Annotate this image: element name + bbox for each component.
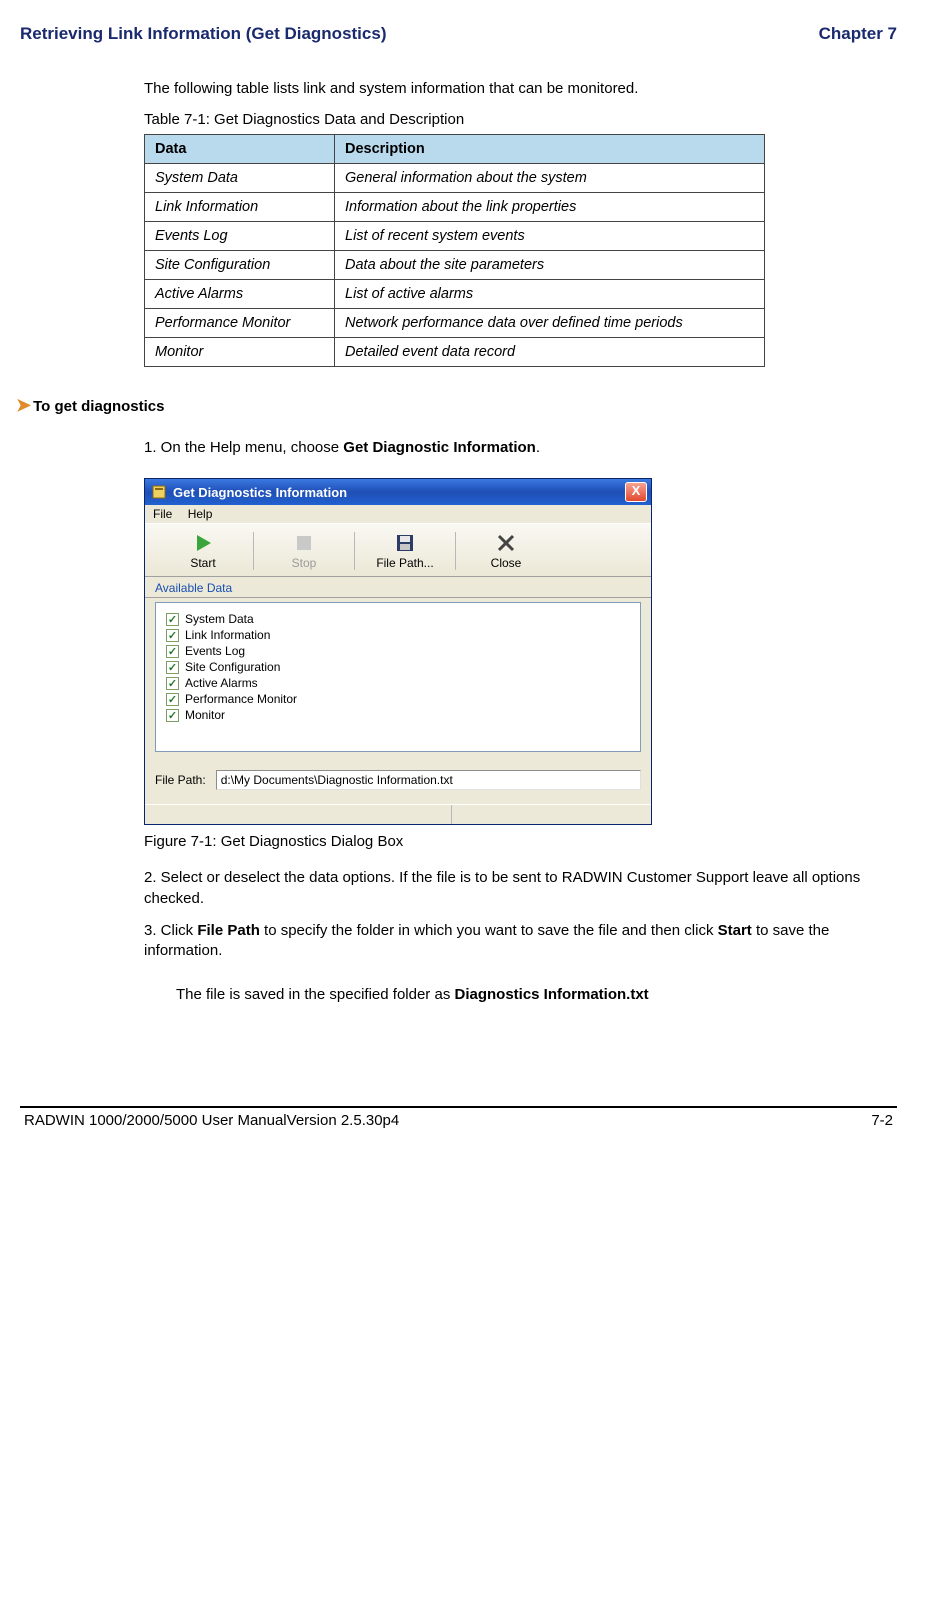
toolbar-sep (253, 532, 254, 570)
checkbox-icon[interactable]: ✓ (166, 645, 179, 658)
available-data-label: Available Data (145, 577, 651, 598)
footer-right: 7-2 (871, 1112, 893, 1129)
checkbox-icon[interactable]: ✓ (166, 709, 179, 722)
check-monitor[interactable]: ✓Monitor (166, 707, 630, 723)
table-row: Site ConfigurationData about the site pa… (145, 251, 765, 280)
statusbar (145, 804, 651, 824)
check-active-alarms[interactable]: ✓Active Alarms (166, 675, 630, 691)
check-system-data[interactable]: ✓System Data (166, 611, 630, 627)
check-events-log[interactable]: ✓Events Log (166, 643, 630, 659)
filepath-input[interactable] (216, 770, 641, 790)
table-row: Events LogList of recent system events (145, 222, 765, 251)
dialog-title: Get Diagnostics Information (173, 485, 347, 500)
figure-caption: Figure 7-1: Get Diagnostics Dialog Box (144, 833, 901, 850)
step-3: 3. Click File Path to specify the folder… (144, 921, 901, 962)
check-site-config[interactable]: ✓Site Configuration (166, 659, 630, 675)
menu-help[interactable]: Help (188, 507, 213, 521)
step-2: 2. Select or deselect the data options. … (144, 868, 901, 909)
filepath-button[interactable]: File Path... (357, 528, 453, 574)
th-desc: Description (335, 135, 765, 164)
header-left: Retrieving Link Information (Get Diagnos… (20, 24, 386, 44)
diagnostics-table: Data Description System DataGeneral info… (144, 134, 765, 367)
page-header: Retrieving Link Information (Get Diagnos… (16, 24, 901, 50)
chevron-right-icon: ➤ (16, 395, 31, 415)
stop-icon (293, 532, 315, 554)
close-tool-button[interactable]: Close (458, 528, 554, 574)
app-icon (151, 484, 167, 500)
footer-left: RADWIN 1000/2000/5000 User ManualVersion… (24, 1112, 399, 1129)
menu-file[interactable]: File (153, 507, 172, 521)
play-icon (192, 532, 214, 554)
dialog-toolbar: Start Stop File Path... Close (145, 523, 651, 577)
checkbox-icon[interactable]: ✓ (166, 661, 179, 674)
check-link-info[interactable]: ✓Link Information (166, 627, 630, 643)
checkbox-icon[interactable]: ✓ (166, 693, 179, 706)
diagnostics-dialog: Get Diagnostics Information X File Help … (144, 478, 652, 825)
table-caption: Table 7-1: Get Diagnostics Data and Desc… (144, 111, 901, 128)
start-button[interactable]: Start (155, 528, 251, 574)
page-footer: RADWIN 1000/2000/5000 User ManualVersion… (16, 1108, 901, 1153)
step-1: 1. On the Help menu, choose Get Diagnost… (144, 438, 901, 458)
intro-text: The following table lists link and syste… (144, 80, 901, 97)
close-icon (495, 532, 517, 554)
filepath-label: File Path: (155, 773, 206, 787)
table-row: System DataGeneral information about the… (145, 164, 765, 193)
th-data: Data (145, 135, 335, 164)
dialog-titlebar[interactable]: Get Diagnostics Information X (145, 479, 651, 505)
step-3-tail: The file is saved in the specified folde… (176, 985, 901, 1005)
toolbar-sep (354, 532, 355, 570)
table-row: MonitorDetailed event data record (145, 338, 765, 367)
checklist: ✓System Data ✓Link Information ✓Events L… (155, 602, 641, 752)
toolbar-sep (455, 532, 456, 570)
filepath-row: File Path: (145, 764, 651, 804)
dialog-menubar: File Help (145, 505, 651, 523)
checkbox-icon[interactable]: ✓ (166, 629, 179, 642)
checkbox-icon[interactable]: ✓ (166, 613, 179, 626)
table-row: Link InformationInformation about the li… (145, 193, 765, 222)
table-row: Active AlarmsList of active alarms (145, 280, 765, 309)
stop-button: Stop (256, 528, 352, 574)
check-perf-monitor[interactable]: ✓Performance Monitor (166, 691, 630, 707)
checkbox-icon[interactable]: ✓ (166, 677, 179, 690)
procedure-heading: ➤To get diagnostics (16, 395, 901, 416)
header-right: Chapter 7 (819, 24, 897, 44)
close-button[interactable]: X (625, 482, 647, 502)
floppy-icon (394, 532, 416, 554)
table-row: Performance MonitorNetwork performance d… (145, 309, 765, 338)
